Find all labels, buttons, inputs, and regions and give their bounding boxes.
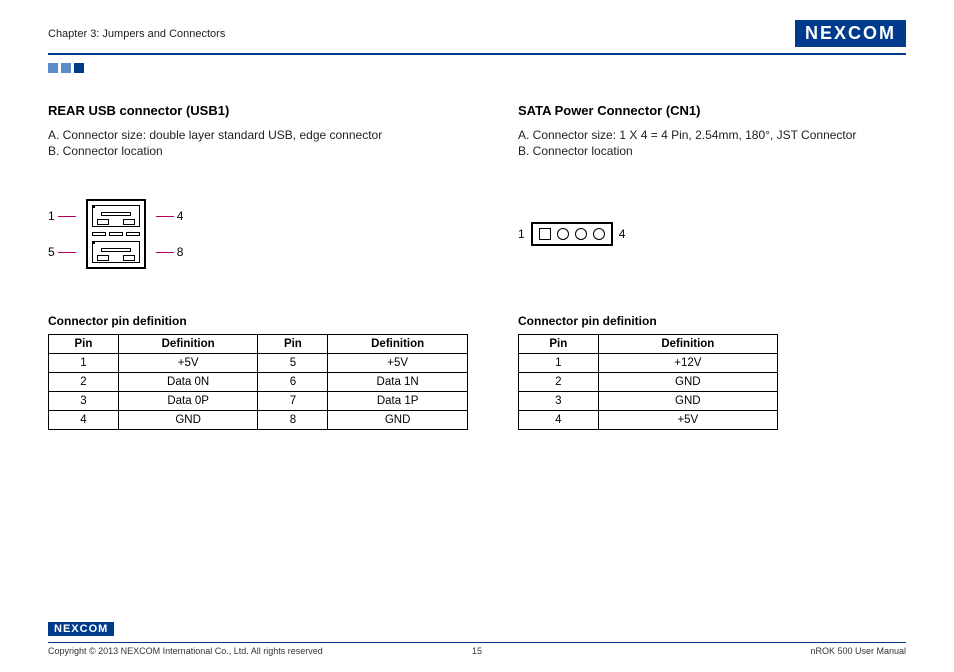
th-pin: Pin (258, 335, 328, 354)
table-row: 1+5V 5+5V (49, 354, 468, 373)
usb-connector-diagram: 1 5 4 8 (48, 199, 183, 269)
usb-pin-1-label: 1 (48, 209, 55, 223)
sata-section-title: SATA Power Connector (CN1) (518, 103, 906, 118)
usb-pin-4-label: 4 (177, 209, 184, 223)
logo-nexcom-bottom: NEXCOM (48, 622, 114, 636)
usb-pin-8-label: 8 (177, 245, 184, 259)
usb-section-title: REAR USB connector (USB1) (48, 103, 468, 118)
th-pin: Pin (519, 335, 599, 354)
usb-table-title: Connector pin definition (48, 314, 468, 328)
th-def: Definition (598, 335, 777, 354)
table-row: 4+5V (519, 411, 778, 430)
table-row: 3Data 0P 7Data 1P (49, 392, 468, 411)
sata-pin-4-label: 4 (619, 227, 626, 241)
sata-pin-1-label: 1 (518, 227, 525, 241)
usb-desc-a: A. Connector size: double layer standard… (48, 128, 468, 142)
sata-connector-diagram: 1 4 (518, 222, 625, 246)
sata-table-title: Connector pin definition (518, 314, 906, 328)
th-pin: Pin (49, 335, 119, 354)
usb-pin-5-label: 5 (48, 245, 55, 259)
logo-nexcom-top: NEXCOM (795, 20, 906, 47)
th-def: Definition (118, 335, 258, 354)
table-row: 2GND (519, 373, 778, 392)
sata-desc-a: A. Connector size: 1 X 4 = 4 Pin, 2.54mm… (518, 128, 906, 142)
footer-rule (48, 642, 906, 643)
table-row: 1+12V (519, 354, 778, 373)
table-row: 2Data 0N 6Data 1N (49, 373, 468, 392)
th-def: Definition (328, 335, 468, 354)
page-number: 15 (472, 646, 482, 656)
usb-desc-b: B. Connector location (48, 144, 468, 158)
usb-pin-table: Pin Definition Pin Definition 1+5V 5+5V … (48, 334, 468, 430)
sata-pin-table: Pin Definition 1+12V 2GND 3GND 4+5V (518, 334, 778, 430)
sata-desc-b: B. Connector location (518, 144, 906, 158)
header-rule (48, 53, 906, 55)
copyright-text: Copyright © 2013 NEXCOM International Co… (48, 646, 323, 656)
table-row: 4GND 8GND (49, 411, 468, 430)
decoration-squares (48, 63, 906, 73)
chapter-title: Chapter 3: Jumpers and Connectors (48, 28, 225, 40)
table-row: 3GND (519, 392, 778, 411)
manual-name: nROK 500 User Manual (810, 646, 906, 656)
